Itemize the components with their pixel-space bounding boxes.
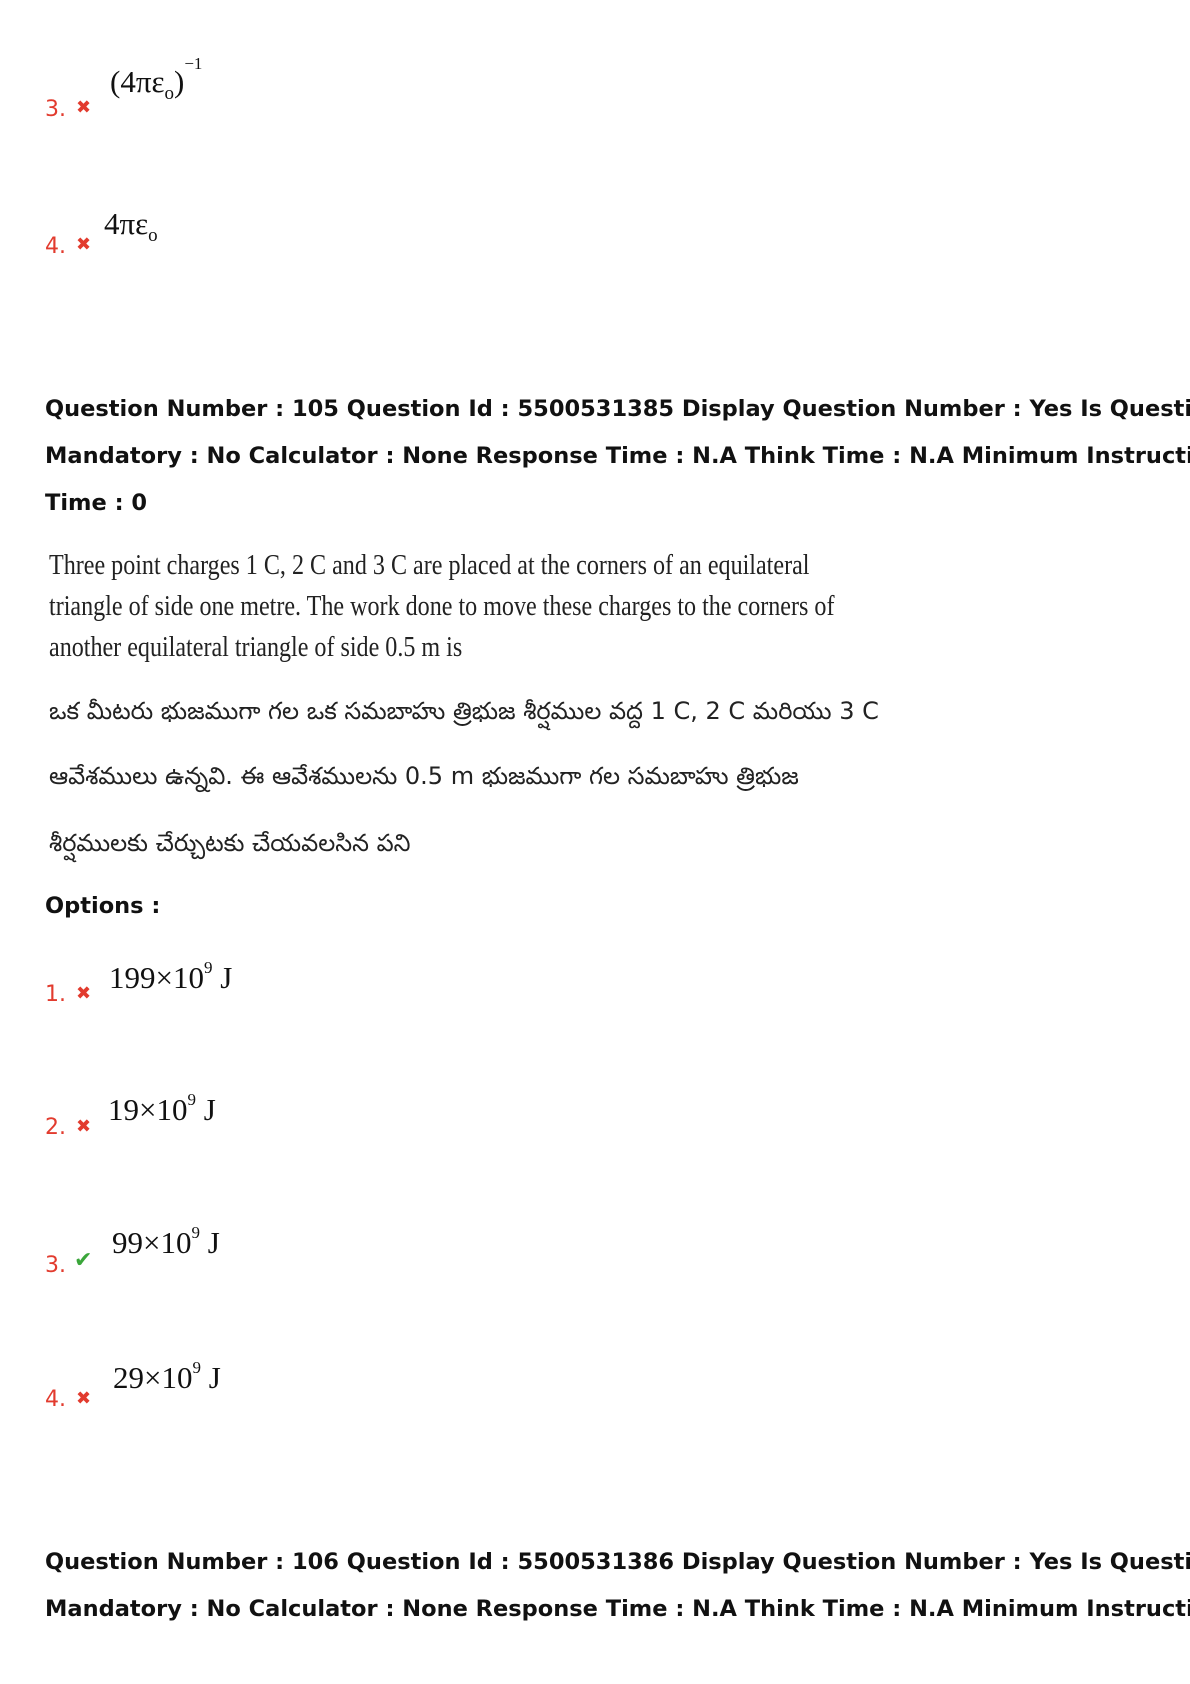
question-106-meta: Question Number : 106 Question Id : 5500…	[45, 1539, 1190, 1633]
question-line: ఆవేశములు ఉన్నవి. ఈ ఆవేశములను 0.5 m భుజము…	[49, 762, 799, 790]
formula-unit: J	[200, 1360, 221, 1395]
formula-base: 29×10	[113, 1360, 193, 1395]
option-number: 1.	[45, 982, 66, 1007]
formula-exponent: 9	[192, 1357, 201, 1377]
option-number: 3.	[45, 1253, 66, 1278]
option-formula: 199×109 J	[109, 957, 233, 996]
formula-subscript: o	[164, 83, 175, 105]
wrong-mark-icon: ✖	[76, 97, 92, 118]
formula-superscript: −1	[184, 53, 203, 73]
question-line: ఒక మీటరు భుజముగా గల ఒక సమబాహు త్రిభుజ శీ…	[49, 697, 879, 725]
formula-subscript: o	[148, 225, 158, 247]
formula-unit: J	[195, 1092, 216, 1127]
option-number: 2.	[45, 1115, 66, 1140]
question-line: triangle of side one metre. The work don…	[49, 591, 835, 622]
formula-exponent: 9	[203, 957, 213, 977]
question-line: another equilateral triangle of side 0.5…	[49, 632, 463, 663]
option-formula: (4πεo)−1	[110, 54, 202, 105]
wrong-mark-icon: ✖	[76, 234, 92, 255]
wrong-mark-icon: ✖	[76, 1388, 92, 1409]
option-formula: 4πεo	[104, 206, 158, 247]
question-line: శీర్షములకు చేర్చుటకు చేయవలసిన పని	[49, 829, 411, 857]
formula-exponent: 9	[187, 1089, 196, 1109]
formula-base: 19×10	[108, 1092, 188, 1127]
option-number: 4.	[45, 1387, 66, 1412]
formula-part: )	[174, 64, 185, 99]
formula-part: (4πε	[110, 64, 165, 99]
question-text-english: Three point charges 1 C, 2 C and 3 C are…	[49, 545, 834, 668]
meta-line: Question Number : 106 Question Id : 5500…	[45, 1549, 1190, 1575]
meta-line: Mandatory : No Calculator : None Respons…	[45, 1596, 1190, 1622]
formula-unit: J	[212, 960, 233, 995]
question-line: Three point charges 1 C, 2 C and 3 C are…	[49, 550, 810, 581]
meta-line: Time : 0	[45, 490, 148, 516]
formula-part: 4πε	[104, 206, 149, 241]
formula-unit: J	[199, 1225, 220, 1260]
wrong-mark-icon: ✖	[76, 983, 92, 1004]
question-105-meta: Question Number : 105 Question Id : 5500…	[45, 386, 1190, 527]
options-label: Options :	[45, 893, 161, 919]
formula-exponent: 9	[191, 1222, 200, 1242]
wrong-mark-icon: ✖	[76, 1116, 92, 1137]
meta-line: Mandatory : No Calculator : None Respons…	[45, 443, 1190, 469]
meta-line: Question Number : 105 Question Id : 5500…	[45, 396, 1190, 422]
option-number: 4.	[45, 234, 66, 259]
option-formula: 99×109 J	[112, 1222, 220, 1261]
correct-check-icon: ✔	[74, 1248, 93, 1273]
option-number: 3.	[45, 97, 66, 122]
formula-base: 199×10	[109, 960, 204, 995]
formula-base: 99×10	[112, 1225, 192, 1260]
option-formula: 19×109 J	[108, 1089, 216, 1128]
option-formula: 29×109 J	[113, 1357, 221, 1396]
